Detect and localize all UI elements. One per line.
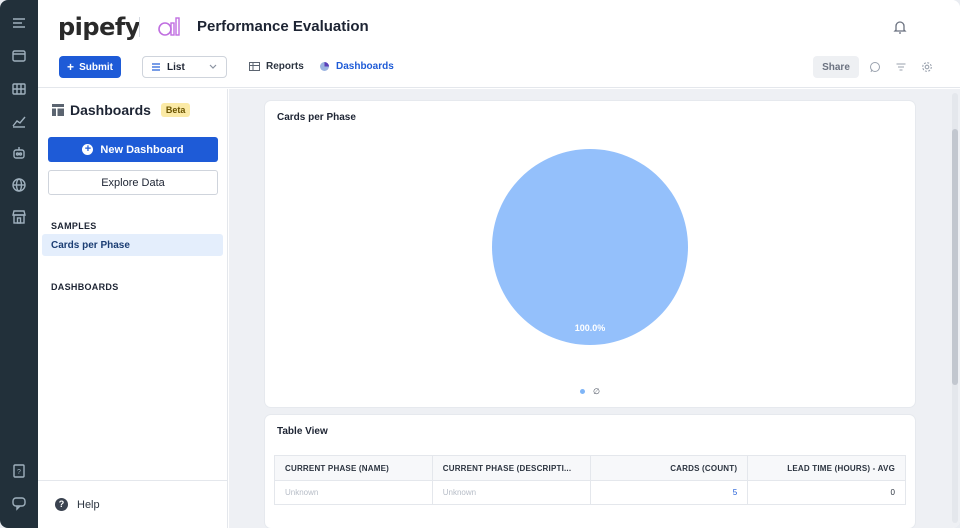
- col-phase-name[interactable]: CURRENT PHASE (NAME): [274, 455, 433, 481]
- dashboards-heading: DASHBOARDS: [51, 282, 119, 292]
- pie-slice-0[interactable]: [492, 149, 688, 345]
- cell-phase-name: Unknown: [274, 480, 433, 505]
- filter-icon[interactable]: [895, 61, 907, 73]
- chart-icon[interactable]: [10, 112, 28, 130]
- chevron-down-icon: [209, 64, 217, 69]
- pie-data-label: 100.0%: [575, 323, 606, 333]
- plus-icon: +: [67, 60, 75, 74]
- tab-reports[interactable]: Reports: [249, 61, 304, 72]
- question-icon: ?: [55, 498, 68, 511]
- sidebar-item-cards-per-phase[interactable]: Cards per Phase: [42, 234, 223, 256]
- main-area: pipefy Performance Evaluation + Submit L…: [38, 0, 960, 528]
- scrollbar-thumb[interactable]: [952, 129, 958, 385]
- list-icon: [152, 63, 160, 71]
- cell-cards-count[interactable]: 5: [589, 480, 749, 505]
- whatsapp-icon[interactable]: [869, 61, 881, 73]
- menu-icon[interactable]: [10, 14, 28, 32]
- bell-icon[interactable]: [892, 19, 908, 35]
- pie-chart: 100.0%: [492, 149, 688, 345]
- view-select[interactable]: List: [142, 56, 227, 78]
- pipe-title: Performance Evaluation: [197, 18, 369, 35]
- beta-badge: Beta: [160, 103, 191, 117]
- view-select-value: List: [167, 61, 185, 73]
- pie-chart-card: Cards per Phase 100.0% ∅: [265, 101, 915, 407]
- table-title: Table View: [277, 426, 328, 437]
- tab-dashboards-label: Dashboards: [336, 61, 394, 72]
- cell-phase-description: Unknown: [431, 480, 591, 505]
- dashboard-content: Cards per Phase 100.0% ∅ Table View CURR…: [229, 89, 960, 528]
- pipefy-logo[interactable]: pipefy: [58, 13, 140, 41]
- grid-icon[interactable]: [10, 80, 28, 98]
- svg-text:?: ?: [17, 469, 21, 476]
- sidebar-title-text: Dashboards: [70, 102, 151, 118]
- col-phase-description[interactable]: CURRENT PHASE (DESCRIPTI...: [431, 455, 591, 481]
- submit-button[interactable]: + Submit: [59, 56, 121, 78]
- dashboard-icon: [320, 62, 329, 71]
- robot-icon[interactable]: [10, 144, 28, 162]
- table-icon: [249, 62, 260, 71]
- new-dashboard-button[interactable]: + New Dashboard: [48, 137, 218, 162]
- card-icon[interactable]: [10, 47, 28, 65]
- new-dashboard-label: New Dashboard: [100, 143, 184, 156]
- tab-dashboards[interactable]: Dashboards: [319, 61, 394, 72]
- legend-label[interactable]: ∅: [593, 387, 600, 396]
- submit-label: Submit: [79, 61, 113, 73]
- sidebar-footer: ? Help: [38, 480, 228, 528]
- help-book-icon[interactable]: ?: [10, 462, 28, 480]
- share-button[interactable]: Share: [813, 56, 859, 78]
- col-lead-time[interactable]: LEAD TIME (HOURS) - AVG: [747, 455, 906, 481]
- help-link[interactable]: ? Help: [55, 498, 100, 511]
- dashboards-sidebar: Dashboards Beta + New Dashboard Explore …: [38, 89, 228, 528]
- chat-icon[interactable]: [10, 494, 28, 512]
- plus-circle-icon: +: [82, 144, 94, 155]
- divider: [139, 17, 140, 37]
- dashboard-grid-icon: [52, 104, 64, 116]
- store-icon[interactable]: [10, 208, 28, 226]
- sidebar-title: Dashboards Beta: [52, 102, 191, 118]
- globe-icon[interactable]: [10, 176, 28, 194]
- col-cards-count[interactable]: CARDS (COUNT): [589, 455, 749, 481]
- data-table: CURRENT PHASE (NAME) CURRENT PHASE (DESC…: [274, 455, 906, 505]
- explore-data-button[interactable]: Explore Data: [48, 170, 218, 195]
- chart-legend: ∅: [580, 387, 600, 396]
- pipe-chart-icon: [158, 17, 180, 36]
- cell-lead-time: 0: [747, 480, 906, 505]
- header: pipefy Performance Evaluation + Submit L…: [38, 0, 960, 88]
- samples-heading: SAMPLES: [51, 221, 97, 231]
- table-view-card: Table View CURRENT PHASE (NAME) CURRENT …: [265, 415, 915, 528]
- gear-icon[interactable]: [921, 61, 933, 73]
- help-label: Help: [77, 498, 100, 511]
- table-header-row: CURRENT PHASE (NAME) CURRENT PHASE (DESC…: [274, 455, 906, 481]
- table-row: Unknown Unknown 5 0: [274, 480, 906, 505]
- chart-title: Cards per Phase: [277, 112, 356, 123]
- app-frame: ? pipefy Performance Evaluation + Submit: [0, 0, 960, 528]
- legend-swatch[interactable]: [580, 389, 585, 394]
- tab-reports-label: Reports: [266, 61, 304, 72]
- left-rail: ?: [0, 0, 38, 528]
